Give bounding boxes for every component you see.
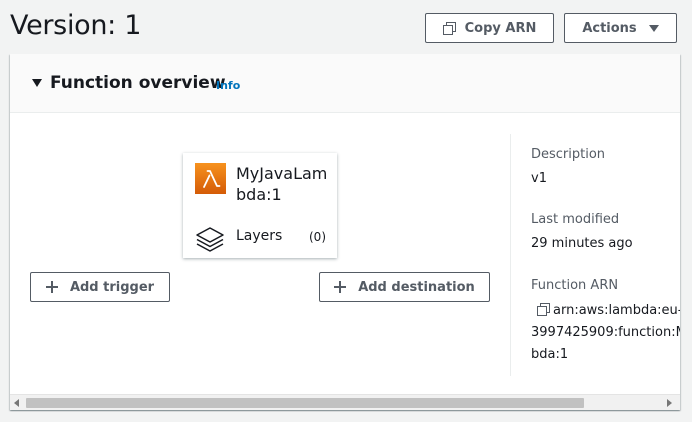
lambda-icon [195, 163, 226, 194]
last-modified-value: 29 minutes ago [531, 236, 633, 251]
function-card[interactable]: MyJavaLambda:1 Layers (0) [183, 153, 337, 258]
collapse-caret-icon[interactable] [32, 79, 42, 87]
plus-icon [45, 281, 58, 293]
copy-icon[interactable] [537, 303, 550, 316]
info-link[interactable]: Info [216, 79, 240, 92]
actions-dropdown-button[interactable]: Actions [564, 13, 677, 43]
function-name: MyJavaLambda:1 [236, 164, 328, 204]
page-title: Version: 1 [10, 10, 142, 41]
copy-arn-button[interactable]: Copy ARN [425, 13, 554, 43]
function-overview-panel: Function overview Info MyJavaLambda:1 La… [10, 54, 680, 410]
scroll-left-arrow-icon[interactable] [14, 399, 19, 407]
add-destination-button[interactable]: Add destination [319, 272, 490, 302]
last-modified-label: Last modified [531, 212, 620, 227]
layers-label[interactable]: Layers [236, 228, 282, 244]
add-destination-label: Add destination [358, 279, 475, 295]
function-arn-label: Function ARN [531, 278, 619, 293]
scrollbar-thumb[interactable] [26, 398, 584, 408]
plus-icon [334, 281, 347, 293]
details-divider [510, 134, 511, 376]
scroll-right-arrow-icon[interactable] [667, 399, 672, 407]
actions-label: Actions [582, 20, 637, 36]
function-overview-title[interactable]: Function overview [50, 73, 226, 93]
layers-icon [195, 226, 225, 256]
layers-count: (0) [309, 230, 326, 244]
arn-line-2: 3997425909:function:M [531, 325, 680, 340]
panel-header: Function overview Info [10, 54, 680, 113]
arn-line-1: arn:aws:lambda:eu- [553, 303, 680, 318]
horizontal-scrollbar[interactable] [10, 394, 680, 410]
arn-line-3: bda:1 [531, 347, 569, 362]
description-label: Description [531, 147, 606, 162]
description-value: v1 [531, 171, 547, 186]
add-trigger-label: Add trigger [69, 279, 155, 295]
caret-down-icon [648, 24, 659, 32]
copy-arn-label: Copy ARN [464, 20, 537, 36]
add-trigger-button[interactable]: Add trigger [30, 272, 170, 302]
copy-icon [442, 22, 456, 35]
function-arn-value: arn:aws:lambda:eu- 3997425909:function:M… [531, 300, 680, 366]
